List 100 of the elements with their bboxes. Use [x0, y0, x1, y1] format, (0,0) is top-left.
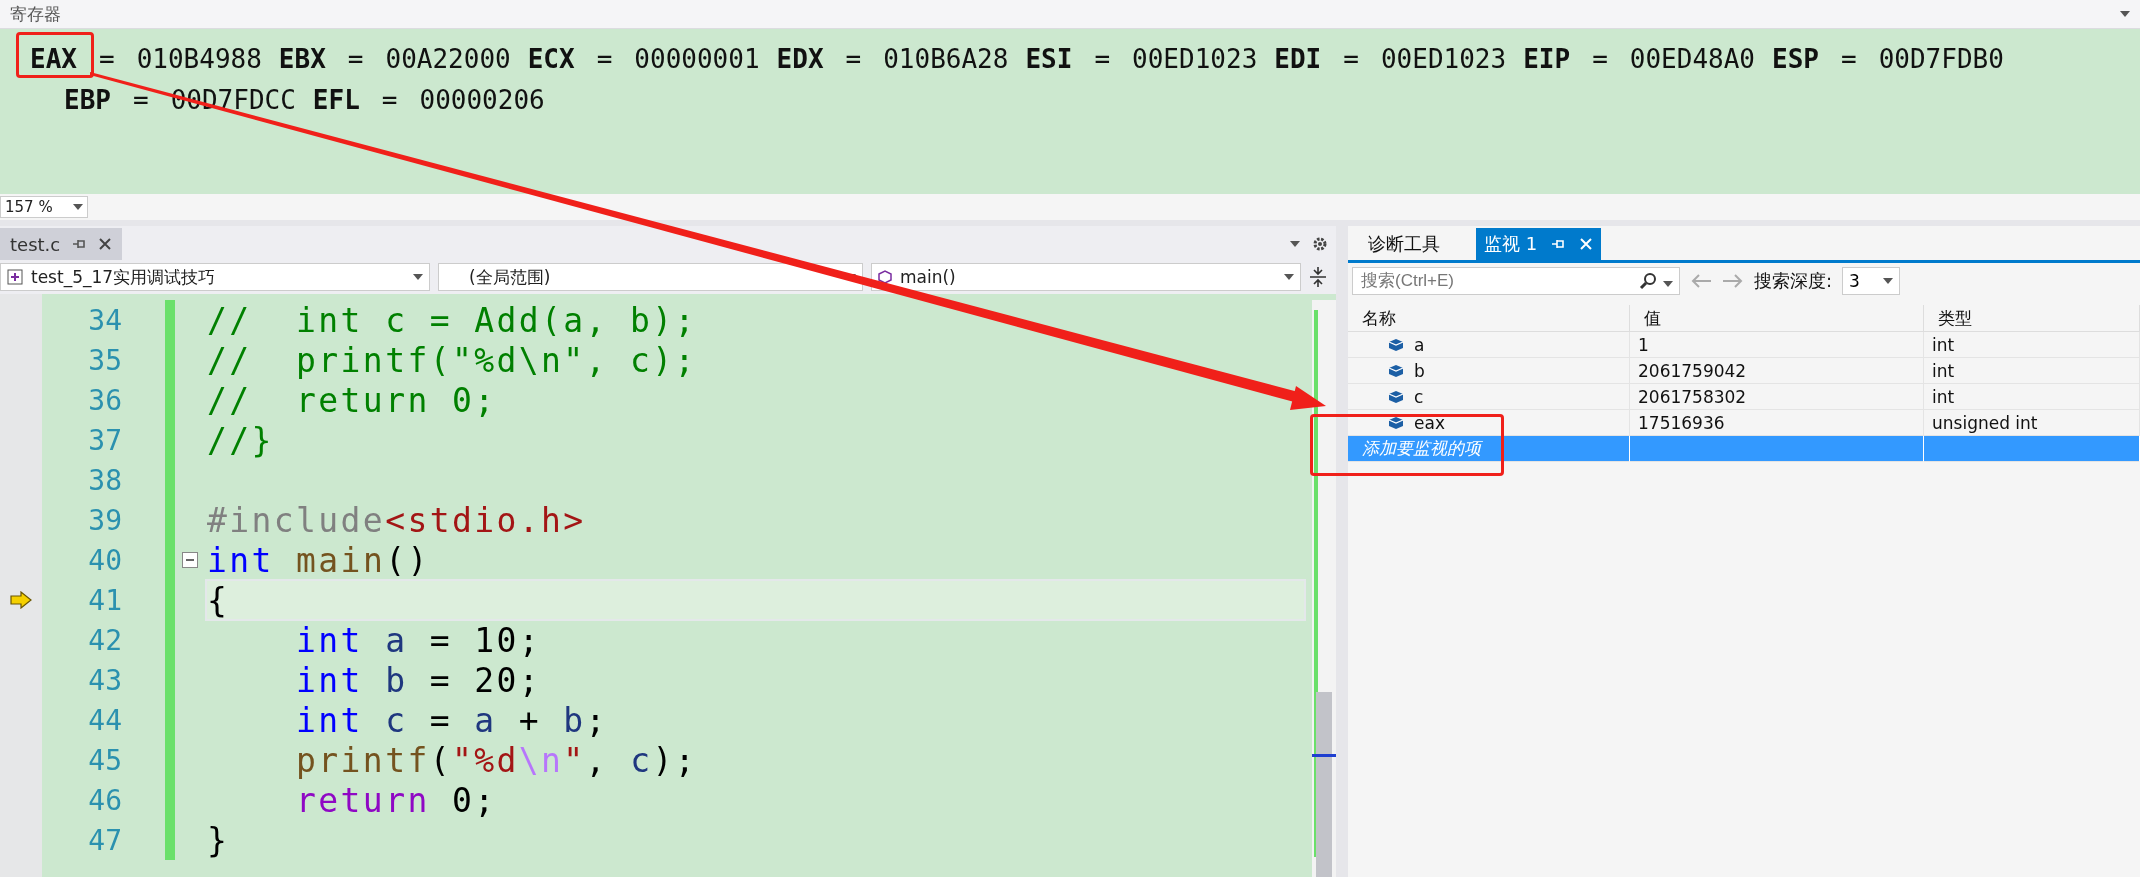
equals-sign: =: [596, 43, 613, 76]
document-tab[interactable]: test.c: [0, 228, 123, 260]
panel-tab[interactable]: 诊断工具: [1360, 228, 1448, 260]
code-line: printf("%d\n", c);: [295, 739, 698, 781]
line-number: 39: [87, 503, 122, 537]
register-value: 00D7FDB0: [1878, 43, 2004, 76]
equals-sign: =: [1094, 43, 1111, 76]
line-number: 47: [87, 823, 122, 857]
register-value: 00ED1023: [1132, 43, 1258, 76]
column-header[interactable]: 名称: [1348, 305, 1630, 332]
variable-name: eax: [1414, 412, 1445, 433]
register-value: 010B6A28: [883, 43, 1009, 76]
register-value: 00000001: [634, 43, 760, 76]
register-name: ESI: [1025, 43, 1073, 76]
collapse-icon[interactable]: [182, 552, 198, 568]
line-number: 42: [87, 623, 122, 657]
project-dropdown[interactable]: test_5_17实用调试技巧: [0, 263, 430, 291]
register-value: 00A22000: [385, 43, 511, 76]
line-number: 46: [87, 783, 122, 817]
register-name: EFL: [312, 84, 360, 117]
scope-dropdown[interactable]: (全局范围): [438, 263, 863, 291]
register-name: ECX: [527, 43, 575, 76]
variable-name: b: [1414, 360, 1425, 381]
panel-tab[interactable]: 监视 1: [1476, 228, 1602, 260]
change-bar: [165, 300, 175, 340]
code-line: int b = 20;: [295, 659, 543, 701]
watch-name-cell[interactable]: b: [1348, 358, 1630, 384]
caret-icon: [1290, 241, 1300, 247]
split-icon[interactable]: [1309, 266, 1327, 288]
register-value: 010B4988: [136, 43, 262, 76]
register-name: ESP: [1772, 43, 1819, 76]
register-name: EDX: [776, 43, 824, 76]
equals-sign: =: [1592, 43, 1608, 76]
watch-type-cell: int: [1924, 384, 2140, 410]
watch-value-cell: 2061758302: [1630, 384, 1924, 410]
code-line: // printf("%d\n", c);: [206, 339, 698, 381]
caret-icon: [2120, 11, 2130, 17]
code-line: // int c = Add(a, b);: [206, 299, 698, 341]
caret-icon: [413, 274, 423, 280]
watch-name-cell[interactable]: c: [1348, 384, 1630, 410]
line-number: 44: [87, 703, 122, 737]
caret-icon: [1663, 280, 1673, 287]
register-value: 00000206: [419, 84, 545, 117]
code-line: int main(): [206, 539, 431, 581]
project-icon: [7, 269, 23, 285]
equals-sign: =: [1841, 43, 1857, 76]
register-name: EDI: [1274, 43, 1322, 76]
scrollbar[interactable]: [1312, 300, 1336, 877]
equals-sign: =: [347, 43, 364, 76]
function-dropdown[interactable]: main(): [871, 263, 1301, 291]
equals-sign: =: [1343, 43, 1359, 76]
watch-name-cell[interactable]: a: [1348, 332, 1630, 358]
line-number: 43: [87, 663, 122, 697]
register-value: 00ED48A0: [1629, 43, 1755, 76]
column-header[interactable]: 类型: [1924, 305, 2140, 332]
equals-sign: =: [381, 84, 398, 117]
search-field[interactable]: 搜索(Ctrl+E): [1359, 270, 1639, 292]
line-number: 38: [87, 463, 122, 497]
watch-type-cell: int: [1924, 358, 2140, 384]
line-number: 35: [87, 343, 122, 377]
zoom-combo[interactable]: 157 %: [0, 196, 88, 218]
caret-icon: [73, 204, 83, 210]
close-icon[interactable]: [98, 237, 113, 251]
register-name: EBX: [278, 43, 326, 76]
register-value: 00ED1023: [1380, 43, 1507, 76]
code-line: #include<stdio.h>: [206, 499, 587, 541]
code-line: int c = a + b;: [295, 699, 609, 741]
line-number: 45: [87, 743, 122, 777]
pin-icon[interactable]: [1551, 238, 1566, 250]
register-name: EBP: [64, 84, 111, 117]
variable-name: c: [1414, 386, 1424, 407]
watch-value-cell: 1: [1630, 332, 1924, 358]
panel-title: 寄存器: [10, 2, 61, 26]
watch-type-cell: int: [1924, 332, 2140, 358]
code-line: return 0;: [295, 779, 498, 821]
register-name: EIP: [1523, 43, 1571, 76]
variable-name: a: [1414, 334, 1425, 355]
depth-dropdown[interactable]: 3: [1842, 267, 1901, 295]
column-header[interactable]: 值: [1630, 305, 1924, 332]
depth-label: 搜索深度:: [1754, 269, 1833, 293]
code-line: // return 0;: [206, 379, 498, 421]
line-number: 37: [87, 423, 122, 457]
code-line: int a = 10;: [295, 619, 543, 661]
line-number: 40: [87, 543, 122, 577]
register-name: EAX: [30, 43, 77, 76]
code-line: }: [206, 819, 231, 861]
equals-sign: =: [845, 43, 862, 76]
line-number: 36: [87, 383, 122, 417]
watch-value-cell: 2061759042: [1630, 358, 1924, 384]
caret-icon: [1284, 274, 1294, 280]
code-line: //}: [206, 419, 275, 461]
equals-sign: =: [98, 43, 115, 76]
gear-icon[interactable]: [1312, 236, 1328, 252]
line-number: 41: [87, 583, 122, 617]
search-icon[interactable]: [1639, 272, 1657, 290]
line-number: 34: [87, 303, 122, 337]
pin-icon[interactable]: [72, 238, 87, 250]
change-bar: [165, 820, 175, 860]
search-box[interactable]: 搜索(Ctrl+E): [1352, 267, 1680, 295]
caret-icon: [1883, 278, 1894, 284]
